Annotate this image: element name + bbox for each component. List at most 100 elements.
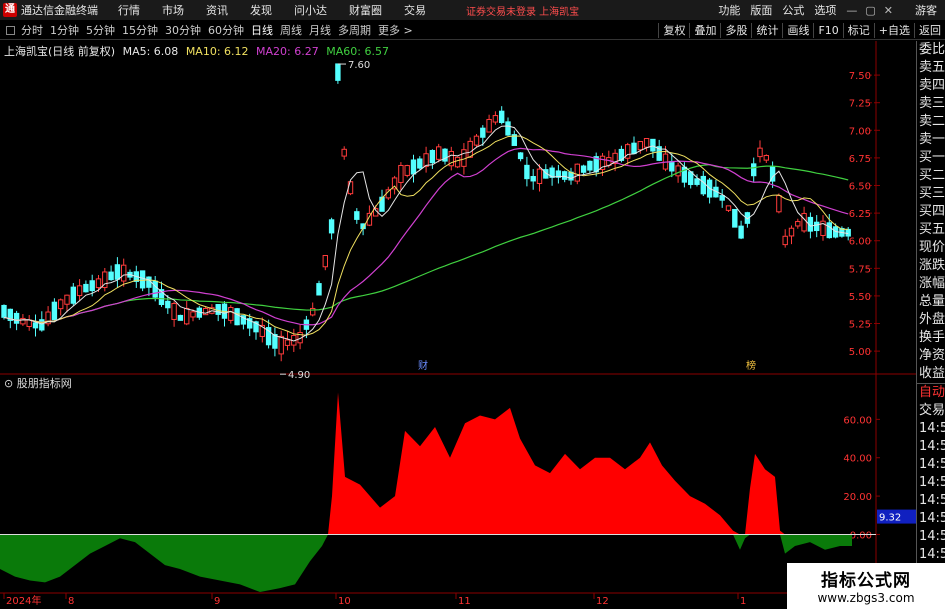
candle-body [669,160,675,172]
side-label-6[interactable]: 买一 [917,149,945,167]
side-label-4[interactable]: 卖二 [917,113,945,131]
price-tick-label: 6.75 [849,154,871,165]
period-multi[interactable]: 多周期 [338,22,371,38]
side-label-12[interactable]: 涨跌 [917,257,945,275]
candle-body [473,135,480,146]
add-watchlist-button[interactable]: +自选 [873,23,914,38]
period-daily[interactable]: 日线 [251,22,273,38]
menu-discover[interactable]: 发现 [250,2,272,18]
side-label-18[interactable]: 收益 [917,365,945,383]
side-label-15[interactable]: 外盘 [917,311,945,329]
candle-body [694,178,700,185]
menu-options[interactable]: 选项 [814,2,836,18]
side-trade-4[interactable]: 14:56 [917,456,945,474]
side-label-9[interactable]: 买四 [917,203,945,221]
adjust-button[interactable]: 复权 [658,23,689,38]
candle-body [725,205,732,211]
indicator-toggle-icon[interactable]: ⊙ [4,377,13,390]
kline-chart[interactable]: 7.50 7.25 7.00 6.75 6.50 6.25 6.00 5.75 5.50 5.25… [0,41,916,607]
close-icon[interactable]: ✕ [884,4,893,17]
period-60min[interactable]: 60分钟 [208,22,244,38]
price-tick-label: 6.00 [849,237,871,248]
side-label-5[interactable]: 卖一 [917,131,945,149]
side-trade-3[interactable]: 14:56 [917,438,945,456]
candle-body [26,319,32,328]
side-trade-7[interactable]: 14:56 [917,510,945,528]
minimize-icon[interactable]: — [846,4,857,17]
candle-body [719,195,725,201]
candle-body [788,227,795,237]
side-label-17[interactable]: 净资 [917,347,945,365]
mark-button[interactable]: 标记 [842,23,874,38]
side-label-10[interactable]: 买五 [917,221,945,239]
side-trade-6[interactable]: 14:56 [917,492,945,510]
indicator-negative-area [0,534,852,592]
candle-body [423,153,429,167]
side-label-2[interactable]: 卖四 [917,77,945,95]
menu-news[interactable]: 资讯 [206,2,228,18]
chart-area[interactable]: 7.50 7.25 7.00 6.75 6.50 6.25 6.00 5.75 5.50 5.25… [0,41,916,607]
menu-ask-xiaoda[interactable]: 问小达 [294,2,327,18]
period-monthly[interactable]: 月线 [309,22,331,38]
candle-body [108,271,114,281]
menu-quotes[interactable]: 行情 [118,2,140,18]
candle-body [335,63,341,81]
period-30min[interactable]: 30分钟 [165,22,201,38]
candle-body [177,314,184,321]
statistics-button[interactable]: 统计 [751,23,782,38]
candle-body [700,175,706,195]
overlay-button[interactable]: 叠加 [689,23,720,38]
price-tick-label: 7.25 [849,99,871,110]
candle-body [499,110,505,124]
candle-body [782,235,788,246]
side-label-8[interactable]: 买三 [917,185,945,203]
side-label-16[interactable]: 换手 [917,329,945,347]
candle-body [139,270,146,289]
side-trade-9[interactable]: 14:56 [917,546,945,564]
candle-body [64,294,70,305]
side-trade-0[interactable]: 自动 [917,384,945,402]
x-axis-label: 1 [740,596,746,607]
multi-stock-button[interactable]: 多股 [720,23,751,38]
candle-body [341,148,347,157]
toolbar-toggle-icon[interactable] [6,25,15,35]
candle-body [95,278,102,289]
f10-button[interactable]: F10 [813,23,842,38]
candle-body [814,221,820,232]
indicator-legend: ⊙ 股朋指标网 [4,375,72,391]
period-5min[interactable]: 5分钟 [86,22,115,38]
side-label-3[interactable]: 卖三 [917,95,945,113]
candle-body [322,255,329,268]
side-trade-8[interactable]: 14:56 [917,528,945,546]
menu-wealth-circle[interactable]: 财富圈 [349,2,382,18]
side-label-13[interactable]: 涨幅 [917,275,945,293]
trade-login-notice[interactable]: 证券交易未登录 上海凯宝 [466,3,579,18]
side-trade-1[interactable]: 交易 [917,402,945,420]
guest-user[interactable]: 游客 [915,2,937,18]
side-label-11[interactable]: 现价 [917,239,945,257]
maximize-icon[interactable]: ▢ [865,4,875,17]
side-trade-5[interactable]: 14:56 [917,474,945,492]
side-label-7[interactable]: 买二 [917,167,945,185]
side-label-14[interactable]: 总量 [917,293,945,311]
back-button[interactable]: 返回 [914,23,945,38]
period-weekly[interactable]: 周线 [280,22,302,38]
side-label-0[interactable]: 委比 [917,41,945,59]
candle-body [398,164,404,183]
menu-function[interactable]: 功能 [718,2,740,18]
period-1min[interactable]: 1分钟 [50,22,79,38]
candle-body [83,283,89,293]
period-more[interactable]: 更多 > [378,22,413,38]
ranking-marker: 榜 [746,359,756,372]
high-price-label: 7.60 [348,60,370,71]
menu-formula[interactable]: 公式 [782,2,804,18]
menu-trade[interactable]: 交易 [404,2,426,18]
period-15min[interactable]: 15分钟 [122,22,158,38]
period-intraday[interactable]: 分时 [21,22,43,38]
menu-market[interactable]: 市场 [162,2,184,18]
draw-line-button[interactable]: 画线 [782,23,813,38]
side-label-1[interactable]: 卖五 [917,59,945,77]
side-trade-2[interactable]: 14:56 [917,420,945,438]
x-axis-label: 10 [338,596,351,607]
menu-layout[interactable]: 版面 [750,2,772,18]
